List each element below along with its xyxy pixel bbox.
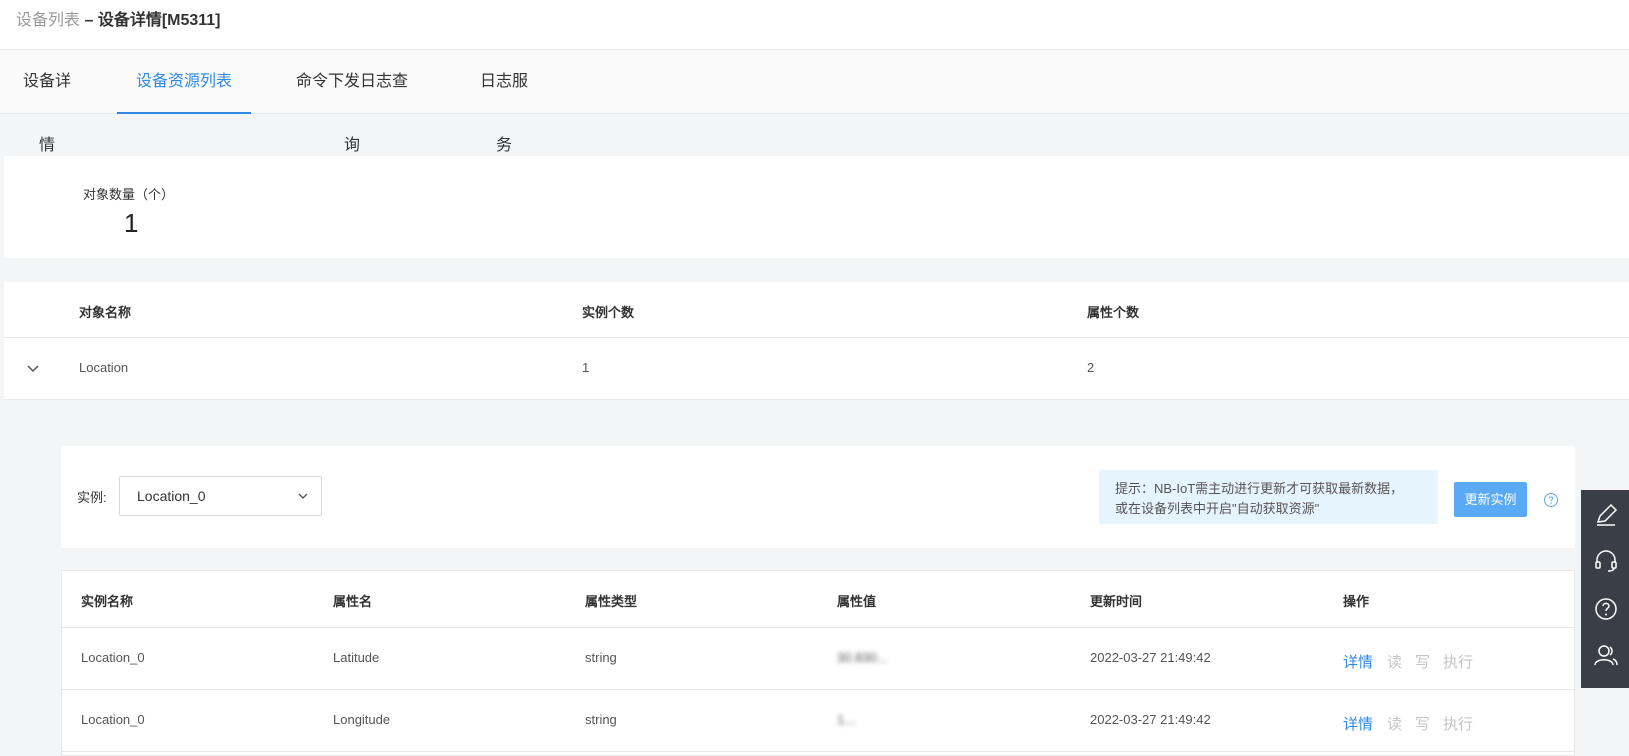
column-header: 实例名称 — [81, 594, 134, 609]
object-table: 对象名称 实例个数 属性个数 Location 1 2 — [4, 282, 1629, 400]
object-count-label: 对象数量（个） — [83, 187, 175, 202]
help-icon[interactable] — [1593, 596, 1619, 622]
tab-log-service[interactable]: 日志服务 — [473, 50, 535, 154]
attribute-value: 1... — [837, 712, 856, 727]
instance-select-value: Location_0 — [137, 488, 206, 504]
breadcrumb-separator: – — [80, 12, 98, 29]
tab-device-detail[interactable]: 设备详情 — [16, 50, 78, 154]
detail-link[interactable]: 详情 — [1343, 713, 1373, 734]
attribute-name: Longitude — [333, 712, 391, 727]
update-time: 2022-03-27 21:49:42 — [1090, 712, 1211, 727]
object-name: Location — [79, 360, 129, 375]
table-row: Location 1 2 — [4, 338, 1629, 400]
write-action[interactable]: 写 — [1415, 651, 1430, 672]
column-header: 属性值 — [837, 594, 877, 609]
update-time: 2022-03-27 21:49:42 — [1090, 650, 1211, 665]
attribute-type: string — [585, 712, 617, 727]
floating-toolbar — [1581, 490, 1629, 688]
instance-selector-bar: 实例: Location_0 提示：NB-IoT需主动进行更新才可获取最新数据，… — [61, 446, 1575, 548]
tab-bar: 设备详情 设备资源列表 命令下发日志查询 日志服务 — [0, 50, 1629, 154]
instance-count: 1 — [582, 360, 590, 375]
instance-label: 实例: — [77, 490, 107, 505]
attribute-count: 2 — [1087, 360, 1095, 375]
column-header: 实例个数 — [582, 305, 635, 320]
breadcrumb: 设备列表 – 设备详情[M5311] — [16, 11, 221, 31]
read-action[interactable]: 读 — [1387, 651, 1402, 672]
chevron-down-icon — [298, 493, 308, 499]
attribute-table-header: 实例名称 属性名 属性类型 属性值 更新时间 操作 — [62, 571, 1574, 628]
object-count-card: 对象数量（个） 1 — [4, 156, 1629, 258]
table-row: Location_0 Latitude string 30.830... 202… — [62, 628, 1574, 690]
tab-command-log[interactable]: 命令下发日志查询 — [290, 50, 414, 154]
edit-icon[interactable] — [1593, 502, 1619, 528]
object-table-header: 对象名称 实例个数 属性个数 — [4, 282, 1629, 338]
tip-line-2: 或在设备列表中开启"自动获取资源" — [1115, 501, 1320, 516]
question-circle-icon[interactable] — [1543, 492, 1559, 508]
users-icon[interactable] — [1593, 642, 1619, 668]
update-instance-button[interactable]: 更新实例 — [1454, 482, 1527, 517]
instance-name: Location_0 — [81, 650, 145, 665]
table-row: Location_0 Longitude string 1... 2022-03… — [62, 690, 1574, 752]
column-header: 对象名称 — [79, 305, 132, 320]
attribute-type: string — [585, 650, 617, 665]
page-header: 设备列表 – 设备详情[M5311] — [0, 0, 1629, 50]
attribute-value: 30.830... — [837, 650, 888, 665]
info-tip: 提示：NB-IoT需主动进行更新才可获取最新数据， 或在设备列表中开启"自动获取… — [1099, 470, 1438, 524]
instance-select[interactable]: Location_0 — [119, 476, 322, 516]
attribute-name: Latitude — [333, 650, 380, 665]
tab-resource-list[interactable]: 设备资源列表 — [117, 50, 251, 114]
object-count-value: 1 — [124, 208, 139, 238]
column-header: 更新时间 — [1090, 594, 1143, 609]
detail-link[interactable]: 详情 — [1343, 651, 1373, 672]
chevron-down-icon[interactable] — [26, 362, 40, 376]
breadcrumb-parent-link[interactable]: 设备列表 — [16, 12, 80, 29]
column-header: 操作 — [1343, 594, 1370, 609]
column-header: 属性名 — [333, 594, 373, 609]
instance-name: Location_0 — [81, 712, 145, 727]
column-header: 属性类型 — [585, 594, 638, 609]
breadcrumb-current: 设备详情[M5311] — [97, 12, 221, 29]
execute-action[interactable]: 执行 — [1443, 651, 1473, 672]
write-action[interactable]: 写 — [1415, 713, 1430, 734]
headset-icon[interactable] — [1593, 548, 1619, 574]
attribute-table: 实例名称 属性名 属性类型 属性值 更新时间 操作 Location_0 Lat… — [61, 570, 1575, 756]
tip-line-1: 提示：NB-IoT需主动进行更新才可获取最新数据， — [1115, 481, 1404, 496]
read-action[interactable]: 读 — [1387, 713, 1402, 734]
column-header: 属性个数 — [1087, 305, 1140, 320]
execute-action[interactable]: 执行 — [1443, 713, 1473, 734]
